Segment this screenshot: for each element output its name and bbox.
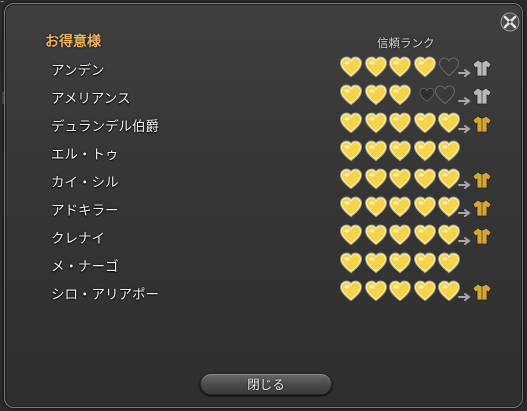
client-row: カイ・シル (5, 166, 524, 194)
heart-icon (388, 195, 412, 219)
heart-icon (364, 279, 388, 303)
jacket-icon (471, 114, 492, 138)
heart-icon (413, 111, 437, 135)
heart-icon (413, 167, 437, 191)
heart-icon (364, 167, 388, 191)
heart-icon (339, 223, 363, 247)
jacket-icon (471, 170, 492, 194)
heart-icon (364, 251, 388, 275)
client-row: エル・トゥ (5, 138, 524, 166)
heart-icon (413, 195, 437, 219)
client-name: カイ・シル (51, 175, 119, 191)
client-name: シロ・アリアポー (51, 287, 159, 303)
heart-icon (364, 111, 388, 135)
heart-icon (339, 139, 363, 163)
client-name: アドキラー (51, 203, 119, 219)
jacket-icon (471, 58, 492, 82)
heart-icon (413, 139, 437, 163)
heart-icon (364, 83, 388, 107)
jacket-icon (471, 282, 492, 306)
heart-icon (388, 251, 412, 275)
heart-icon (339, 167, 363, 191)
client-name: アンデン (51, 63, 105, 79)
heart-icon (413, 251, 437, 275)
heart-icon (388, 139, 412, 163)
heart-icon (364, 55, 388, 79)
heart-icon (413, 279, 437, 303)
client-row: アンデン (5, 54, 524, 82)
jacket-icon (471, 226, 492, 250)
heart-icon (364, 223, 388, 247)
heart-icon (339, 111, 363, 135)
heart-icon (388, 223, 412, 247)
heart-icon (437, 139, 461, 163)
arrow-right-icon (457, 175, 472, 194)
trust-rank-header: 信頼ランク (377, 36, 435, 50)
heart-empty-icon (433, 83, 457, 107)
jacket-icon (471, 198, 492, 222)
heart-icon (364, 195, 388, 219)
heart-icon (388, 167, 412, 191)
heart-icon (339, 195, 363, 219)
client-row: シロ・アリアポー (5, 278, 524, 306)
client-name: クレナイ (51, 231, 105, 247)
arrow-right-icon (457, 63, 472, 82)
customers-window: お得意様 信頼ランク アンデンアメリアンスデュランデル伯爵 エル・トゥカイ・シルア… (4, 3, 523, 408)
heart-icon (388, 55, 412, 79)
heart-icon (339, 55, 363, 79)
jacket-icon (471, 86, 492, 110)
background-glyph: - (0, 0, 5, 8)
heart-icon (364, 139, 388, 163)
heart-icon (339, 279, 363, 303)
client-name: デュランデル伯爵 (51, 119, 159, 135)
arrow-right-icon (457, 231, 472, 250)
client-name: メ・ナーゴ (51, 259, 119, 275)
heart-icon (388, 83, 412, 107)
heart-icon (388, 111, 412, 135)
client-name: エル・トゥ (51, 147, 119, 163)
client-row: アメリアンス (5, 82, 524, 110)
close-x-icon[interactable] (499, 11, 521, 33)
client-row: アドキラー (5, 194, 524, 222)
close-button[interactable]: 閉じる (200, 373, 332, 395)
arrow-right-icon (457, 91, 472, 110)
client-row: クレナイ (5, 222, 524, 250)
arrow-right-icon (457, 203, 472, 222)
client-row: デュランデル伯爵 (5, 110, 524, 138)
client-name: アメリアンス (51, 91, 131, 107)
heart-icon (437, 251, 461, 275)
heart-icon (339, 83, 363, 107)
heart-icon (413, 55, 437, 79)
heart-icon (339, 251, 363, 275)
client-row: メ・ナーゴ (5, 250, 524, 278)
heart-icon (413, 223, 437, 247)
arrow-right-icon (457, 287, 472, 306)
window-title: お得意様 (45, 34, 101, 50)
heart-icon (388, 279, 412, 303)
arrow-right-icon (457, 119, 472, 138)
